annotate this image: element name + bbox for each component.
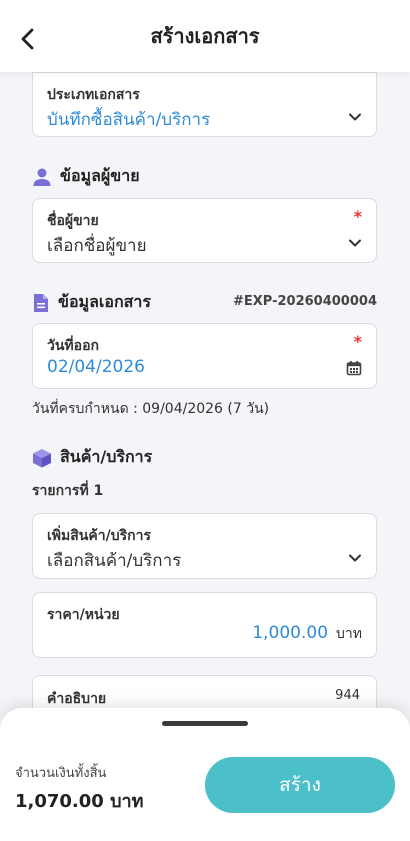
price-value-group: 1,000.00 บาท bbox=[252, 623, 362, 645]
doc-section-title: ข้อมูลเอกสาร bbox=[58, 292, 152, 311]
chevron-down-icon bbox=[349, 113, 361, 121]
price-value: 1,000.00 bbox=[252, 623, 329, 643]
user-icon bbox=[33, 168, 51, 186]
char-count: 944 bbox=[335, 688, 360, 703]
price-unit: บาท bbox=[336, 626, 362, 642]
issue-date-value: 02/04/2026 bbox=[47, 357, 145, 377]
page-title: สร้างเอกสาร bbox=[150, 24, 260, 48]
required-mark: * bbox=[353, 207, 362, 226]
chevron-down-icon bbox=[349, 239, 361, 247]
chevron-down-icon bbox=[349, 554, 361, 562]
document-icon bbox=[34, 293, 48, 312]
back-button[interactable] bbox=[14, 26, 40, 52]
required-mark: * bbox=[353, 332, 362, 351]
product-select[interactable]: เพิ่มสินค้า/บริการ เลือกสินค้า/บริการ bbox=[32, 513, 377, 579]
create-button[interactable]: สร้าง bbox=[205, 757, 395, 813]
doc-type-select[interactable]: ประเภทเอกสาร บันทึกซื้อสินค้า/บริการ bbox=[32, 72, 377, 137]
product-section-title: สินค้า/บริการ bbox=[60, 447, 153, 466]
seller-label: ชื่อผู้ขาย bbox=[47, 213, 99, 229]
due-date-text: วันที่ครบกำหนด : 09/04/2026 (7 วัน) bbox=[32, 401, 270, 417]
product-label: เพิ่มสินค้า/บริการ bbox=[47, 528, 151, 544]
bottom-sheet: จำนวนเงินทั้งสิ้น 1,070.00 บาท สร้าง bbox=[0, 708, 410, 841]
issue-date-label: วันที่ออก bbox=[47, 338, 99, 354]
price-label: ราคา/หน่วย bbox=[47, 607, 120, 623]
issue-date-field[interactable]: วันที่ออก * 02/04/2026 bbox=[32, 323, 377, 389]
box-icon bbox=[33, 448, 51, 467]
sheet-handle[interactable] bbox=[162, 721, 248, 726]
doc-section-heading: ข้อมูลเอกสาร bbox=[32, 290, 151, 315]
doc-type-label: ประเภทเอกสาร bbox=[47, 87, 140, 103]
back-arrow-icon bbox=[21, 28, 34, 50]
total-value: 1,070.00 บาท bbox=[15, 791, 144, 812]
product-section-heading: สินค้า/บริการ bbox=[32, 445, 152, 470]
doc-number: #EXP-20260400004 bbox=[233, 294, 377, 309]
price-field[interactable]: ราคา/หน่วย 1,000.00 บาท bbox=[32, 592, 377, 658]
product-placeholder: เลือกสินค้า/บริการ bbox=[47, 551, 182, 571]
total-label: จำนวนเงินทั้งสิ้น bbox=[15, 766, 107, 781]
seller-select[interactable]: ชื่อผู้ขาย * เลือกชื่อผู้ขาย bbox=[32, 198, 377, 263]
app-header: สร้างเอกสาร bbox=[0, 0, 410, 72]
item-label: รายการที่ 1 bbox=[32, 483, 104, 499]
seller-placeholder: เลือกชื่อผู้ขาย bbox=[47, 236, 147, 256]
calendar-icon bbox=[346, 361, 362, 376]
seller-section-title: ข้อมูลผู้ขาย bbox=[60, 166, 140, 185]
seller-section-heading: ข้อมูลผู้ขาย bbox=[32, 164, 140, 189]
doc-type-value: บันทึกซื้อสินค้า/บริการ bbox=[47, 110, 211, 130]
description-label: คำอธิบาย bbox=[47, 691, 107, 707]
